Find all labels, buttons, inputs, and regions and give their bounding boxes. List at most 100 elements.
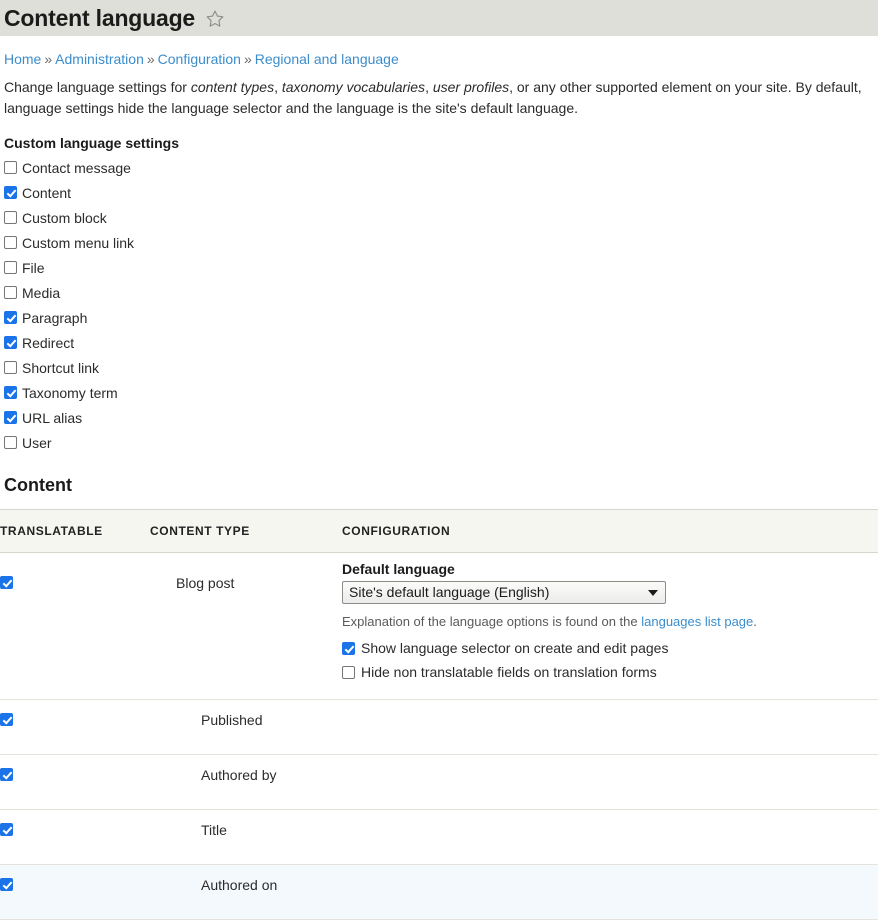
custom-language-setting-checkbox-custom-block[interactable] [4,211,17,224]
breadcrumb-link-configuration[interactable]: Configuration [158,51,241,67]
cell-configuration [342,699,878,755]
custom-language-settings-list: Contact message Content Custom block Custom… [4,155,874,455]
custom-language-setting-checkbox-contact-message[interactable] [4,161,17,174]
custom-language-setting-checkbox-custom-menu-link[interactable] [4,236,17,249]
intro-text-1: Change language settings for [4,79,191,95]
breadcrumb-link-home[interactable]: Home [4,51,41,67]
cell-content-type: Authored by [150,754,342,810]
custom-language-setting-row: Shortcut link [4,355,874,380]
cell-content-type: Authored on [150,864,342,920]
help-text-prefix: Explanation of the language options is f… [342,614,642,629]
custom-language-setting-checkbox-shortcut-link[interactable] [4,361,17,374]
hide-nontranslatable-fields-row: Hide non translatable fields on translat… [342,665,878,679]
breadcrumb-link-administration[interactable]: Administration [55,51,144,67]
column-header-translatable: TRANSLATABLE [0,509,150,553]
translatable-checkbox-authored-on[interactable] [0,878,13,891]
custom-language-setting-row: Content [4,180,874,205]
cell-translatable [0,552,150,700]
cell-content-type: Published [150,699,342,755]
hide-nontranslatable-fields-checkbox[interactable] [342,665,355,679]
intro-text-2: , [274,79,282,95]
custom-language-setting-label: File [22,259,45,276]
custom-language-setting-row: Paragraph [4,305,874,330]
custom-language-setting-label: Redirect [22,334,75,351]
custom-language-setting-row: File [4,255,874,280]
cell-content-type: Blog post [150,552,342,700]
custom-language-setting-checkbox-media[interactable] [4,286,17,299]
table-header-row: TRANSLATABLE CONTENT TYPE CONFIGURATION [0,509,878,553]
custom-language-setting-label: Custom block [22,209,107,226]
custom-language-setting-label: Contact message [22,159,131,176]
hide-nontranslatable-fields-label: Hide non translatable fields on translat… [361,664,657,680]
breadcrumb-separator: » [44,51,53,67]
column-header-configuration: CONFIGURATION [342,509,878,553]
column-header-content-type: CONTENT TYPE [150,509,342,553]
intro-text-3: , [425,79,433,95]
help-text-suffix: . [753,614,757,629]
page-header: Content language [0,0,878,36]
custom-language-setting-checkbox-user[interactable] [4,436,17,449]
translatable-checkbox-published[interactable] [0,713,13,726]
cell-configuration [342,754,878,810]
intro-emphasis-content-types: content types [190,79,275,95]
custom-language-setting-checkbox-paragraph[interactable] [4,311,17,324]
table-row: Authored on [0,864,878,920]
custom-language-setting-label: Media [22,284,61,301]
default-language-label: Default language [342,561,455,577]
show-language-selector-label: Show language selector on create and edi… [361,640,669,656]
page-title: Content language [4,4,196,31]
translatable-checkbox-authored-by[interactable] [0,768,13,781]
breadcrumb-link-regional-and-language[interactable]: Regional and language [255,51,399,67]
table-row: Title [0,809,878,865]
custom-language-setting-label: Shortcut link [22,359,100,376]
cell-configuration: Default language Site's default language… [342,552,878,700]
custom-language-setting-row: Media [4,280,874,305]
custom-language-setting-label: Custom menu link [22,234,135,251]
custom-language-setting-checkbox-url-alias[interactable] [4,411,17,424]
custom-language-setting-checkbox-file[interactable] [4,261,17,274]
breadcrumb: Home» Administration» Configuration» Region… [4,50,874,68]
table-row: Blog post Default language Site's defaul… [0,552,878,700]
cell-content-type: Title [150,809,342,865]
cell-translatable [0,864,150,920]
custom-language-setting-checkbox-content[interactable] [4,186,17,199]
intro-emphasis-taxonomy-vocabularies: taxonomy vocabularies [281,79,426,95]
table-row: Authored by [0,754,878,810]
page-content: Home» Administration» Configuration» Region… [0,50,878,920]
content-section-heading: Content [4,475,72,495]
cell-translatable [0,754,150,810]
content-language-table: TRANSLATABLE CONTENT TYPE CONFIGURATION … [0,509,878,920]
cell-configuration [342,809,878,865]
table-head: TRANSLATABLE CONTENT TYPE CONFIGURATION [0,509,878,553]
custom-language-setting-row: Taxonomy term [4,380,874,405]
languages-list-page-link[interactable]: languages list page [641,614,753,629]
cell-translatable [0,699,150,755]
table-row: Published [0,699,878,755]
custom-language-setting-label: Content [22,184,72,201]
configuration-help-text: Explanation of the language options is f… [342,613,878,631]
default-language-select[interactable]: Site's default language (English) [342,581,666,604]
show-language-selector-row: Show language selector on create and edi… [342,641,878,655]
custom-language-setting-row: Custom menu link [4,230,874,255]
custom-language-setting-label: Paragraph [22,309,88,326]
breadcrumb-separator: » [146,51,155,67]
default-language-select-value[interactable]: Site's default language (English) [342,581,666,604]
show-language-selector-checkbox[interactable] [342,641,355,655]
star-outline-icon[interactable] [205,9,225,29]
custom-language-setting-row: Custom block [4,205,874,230]
custom-language-setting-row: User [4,430,874,455]
translatable-checkbox-blog-post[interactable] [0,576,13,589]
custom-language-setting-label: Taxonomy term [22,384,118,401]
table-body: Blog post Default language Site's defaul… [0,552,878,920]
breadcrumb-separator: » [243,51,252,67]
custom-language-setting-label: User [22,434,52,451]
cell-configuration [342,864,878,920]
custom-language-setting-checkbox-redirect[interactable] [4,336,17,349]
custom-language-setting-label: URL alias [22,409,83,426]
intro-description: Change language settings for content typ… [4,77,874,119]
custom-language-setting-checkbox-taxonomy-term[interactable] [4,386,17,399]
intro-emphasis-user-profiles: user profiles [432,79,510,95]
custom-language-setting-row: URL alias [4,405,874,430]
cell-translatable [0,809,150,865]
translatable-checkbox-title[interactable] [0,823,13,836]
